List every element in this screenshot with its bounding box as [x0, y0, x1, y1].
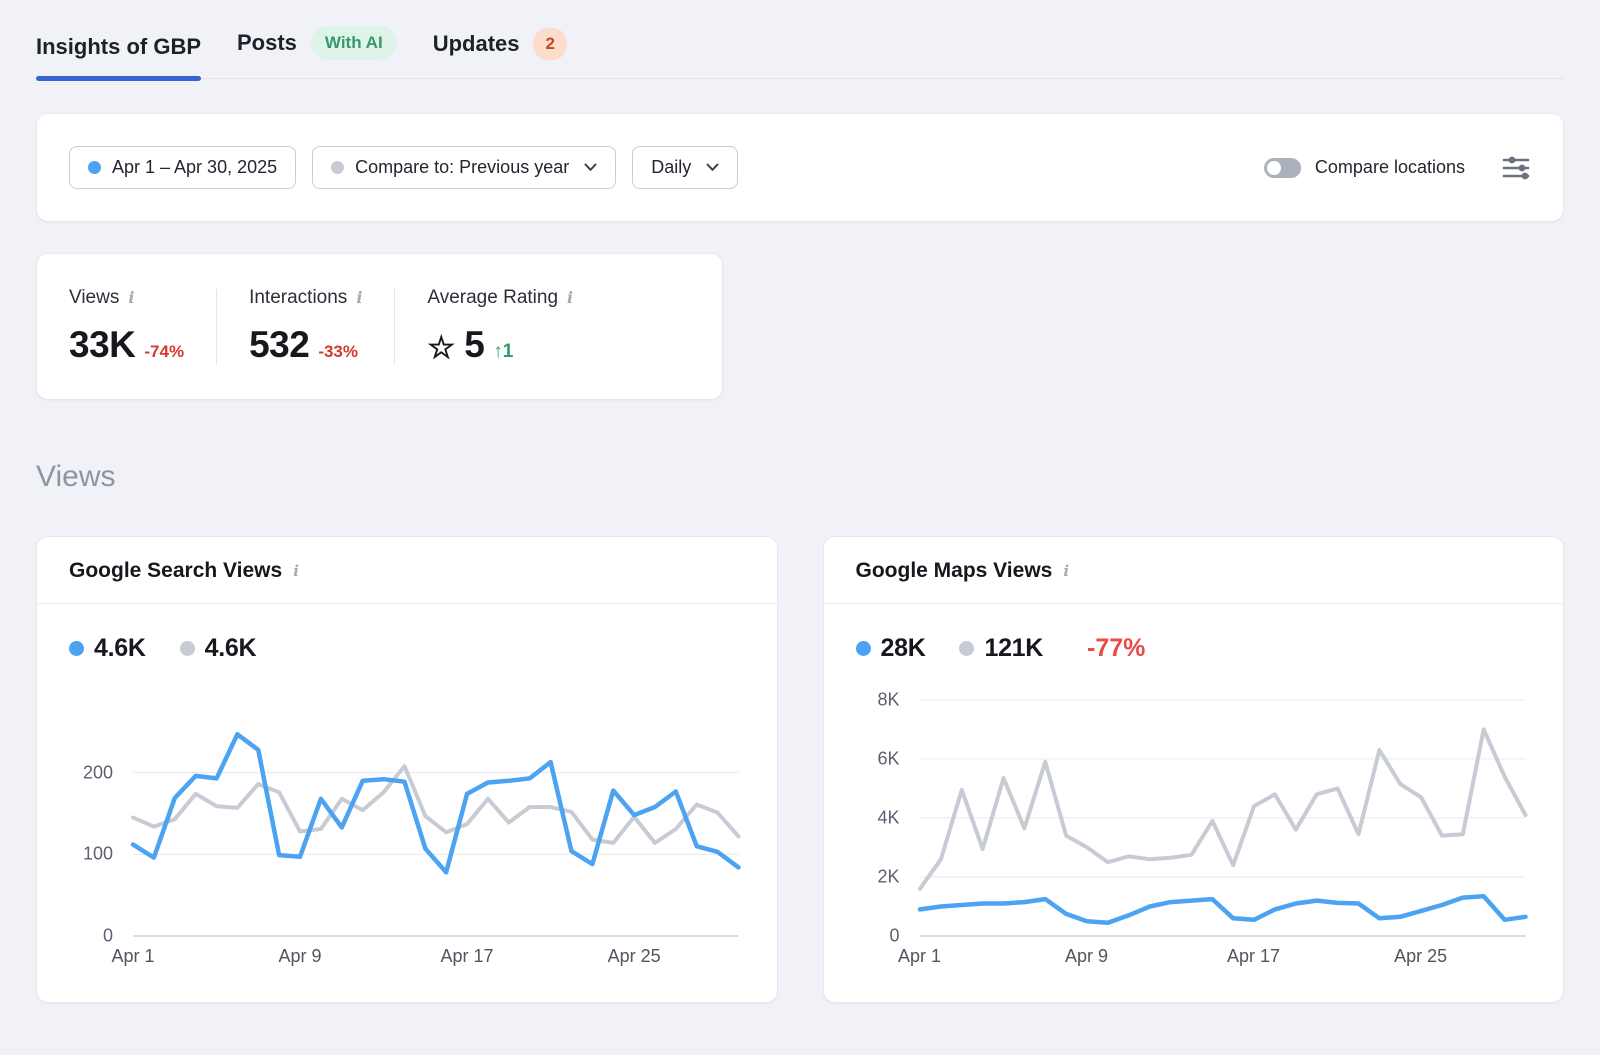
summary-stats-card: Views i 33K -74% Interactions i 532 -33%… [36, 253, 723, 400]
x-tick-label: Apr 25 [1394, 946, 1447, 967]
updates-count-badge: 2 [533, 28, 566, 60]
stat-interactions: Interactions i 532 -33% [217, 287, 394, 366]
toggle-knob [1267, 161, 1281, 175]
current-series-dot-icon [856, 641, 871, 656]
x-axis-labels: Apr 1 Apr 9 Apr 17 Apr 25 [37, 946, 777, 972]
date-range-picker[interactable]: Apr 1 – Apr 30, 2025 [69, 146, 296, 189]
legend-delta: -77% [1087, 634, 1145, 663]
chart-title: Google Search Views [69, 559, 282, 583]
charts-row: Google Search Views i 4.6K 4.6K 0 100 200 [36, 536, 1564, 1003]
stat-delta: -33% [318, 342, 358, 362]
legend-value: 28K [881, 634, 926, 663]
y-tick-label: 4K [877, 807, 899, 828]
compare-to-label: Compare to: Previous year [355, 157, 569, 178]
google-search-views-card: Google Search Views i 4.6K 4.6K 0 100 200 [36, 536, 778, 1003]
y-tick-label: 8K [877, 689, 899, 710]
info-icon[interactable]: i [567, 290, 573, 306]
y-axis-labels: 0100200 [67, 691, 133, 936]
legend-current: 28K [856, 634, 926, 663]
chart-plot-area[interactable] [920, 691, 1526, 936]
views-section-title: Views [36, 460, 1564, 494]
current-period-dot-icon [88, 161, 101, 174]
stat-views: Views i 33K -74% [37, 287, 216, 366]
maps-views-line-chart[interactable]: 02K4K6K8K [824, 679, 1564, 936]
chart-title: Google Maps Views [856, 559, 1053, 583]
x-tick-label: Apr 9 [279, 946, 322, 967]
chevron-down-icon [706, 163, 719, 172]
sliders-icon [1501, 155, 1531, 181]
google-maps-views-card: Google Maps Views i 28K 121K -77% 0 2K 4K 6… [823, 536, 1565, 1003]
date-range-label: Apr 1 – Apr 30, 2025 [112, 157, 277, 178]
tab-insights-of-gbp[interactable]: Insights of GBP [36, 34, 201, 78]
x-tick-label: Apr 1 [111, 946, 154, 967]
y-tick-label: 6K [877, 748, 899, 769]
compare-to-dropdown[interactable]: Compare to: Previous year [312, 146, 616, 189]
stat-label: Interactions [249, 287, 347, 309]
tab-label: Posts [237, 30, 297, 56]
stat-value: 532 [249, 324, 309, 366]
chart-legend: 4.6K 4.6K [37, 604, 777, 663]
search-views-line-chart[interactable]: 0100200 [37, 679, 777, 936]
y-tick-label: 0 [889, 926, 899, 947]
legend-value: 121K [984, 634, 1043, 663]
stat-value: 5 [464, 324, 484, 366]
legend-value: 4.6K [94, 634, 146, 663]
previous-period-dot-icon [331, 161, 344, 174]
info-icon[interactable]: i [128, 290, 134, 306]
x-axis-labels: Apr 1 Apr 9 Apr 17 Apr 25 [824, 946, 1564, 972]
legend-previous: 121K [959, 634, 1043, 663]
chart-legend: 28K 121K -77% [824, 604, 1564, 663]
previous-series-dot-icon [959, 641, 974, 656]
compare-locations-toggle[interactable] [1264, 158, 1301, 178]
tab-bar: Insights of GBP Posts With AI Updates 2 [36, 0, 1564, 79]
granularity-dropdown[interactable]: Daily [632, 146, 738, 189]
y-tick-label: 0 [103, 926, 113, 947]
compare-locations-label: Compare locations [1315, 157, 1465, 178]
x-tick-label: Apr 9 [1065, 946, 1108, 967]
y-tick-label: 100 [83, 844, 113, 865]
tab-posts[interactable]: Posts With AI [237, 26, 397, 78]
tab-label: Insights of GBP [36, 34, 201, 60]
y-tick-label: 2K [877, 866, 899, 887]
info-icon[interactable]: i [1063, 564, 1069, 579]
legend-current: 4.6K [69, 634, 146, 663]
y-tick-label: 200 [83, 762, 113, 783]
x-tick-label: Apr 17 [441, 946, 494, 967]
x-tick-label: Apr 1 [898, 946, 941, 967]
gbp-insights-page: Insights of GBP Posts With AI Updates 2 … [0, 0, 1600, 1003]
stat-delta: -74% [144, 342, 184, 362]
legend-previous: 4.6K [180, 634, 257, 663]
filter-bar: Apr 1 – Apr 30, 2025 Compare to: Previou… [36, 113, 1564, 222]
current-series-dot-icon [69, 641, 84, 656]
tab-label: Updates [433, 31, 520, 57]
x-tick-label: Apr 25 [608, 946, 661, 967]
stat-label: Average Rating [427, 287, 558, 309]
info-icon[interactable]: i [356, 290, 362, 306]
y-axis-labels: 02K4K6K8K [854, 691, 920, 936]
rating-change: ↑1 [493, 341, 513, 363]
chart-settings-button[interactable] [1501, 155, 1531, 181]
stat-average-rating: Average Rating i ☆ 5 ↑1 [395, 287, 605, 366]
with-ai-badge: With AI [311, 26, 397, 60]
tab-updates[interactable]: Updates 2 [433, 28, 567, 78]
info-icon[interactable]: i [293, 564, 299, 579]
x-tick-label: Apr 17 [1227, 946, 1280, 967]
chart-plot-area[interactable] [133, 691, 739, 936]
legend-value: 4.6K [205, 634, 257, 663]
chevron-down-icon [584, 163, 597, 172]
stat-value: 33K [69, 324, 135, 366]
star-icon: ☆ [427, 330, 455, 366]
stat-label: Views [69, 287, 119, 309]
previous-series-dot-icon [180, 641, 195, 656]
granularity-label: Daily [651, 157, 691, 178]
